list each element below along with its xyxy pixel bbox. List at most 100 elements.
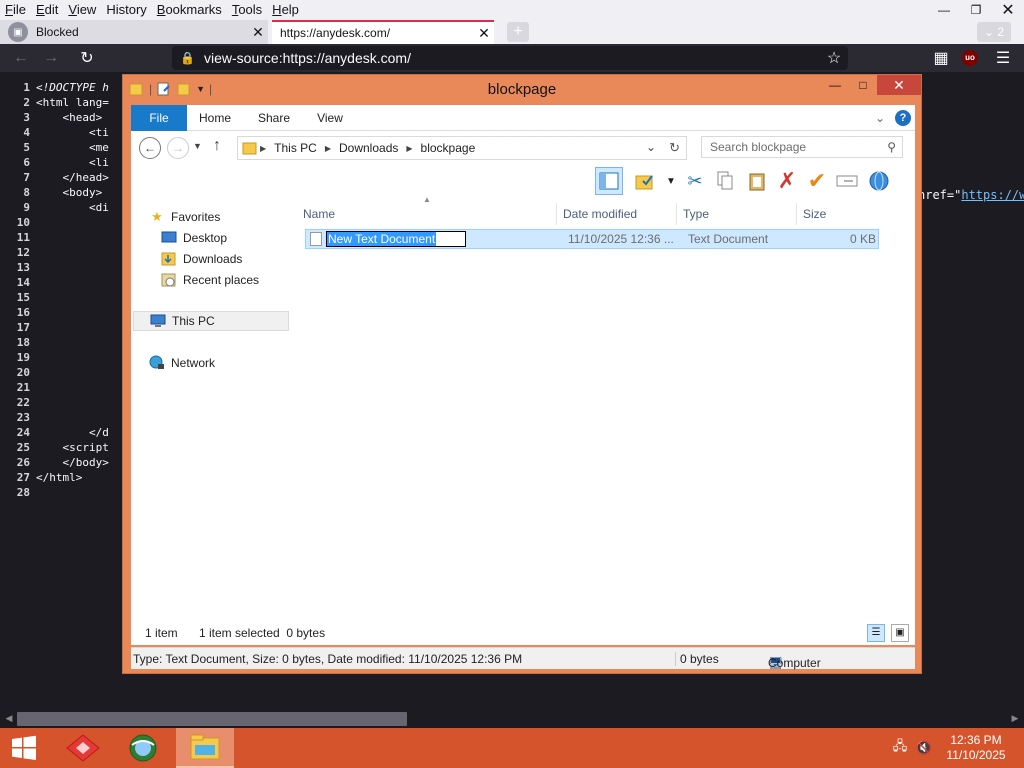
recent-locations-icon[interactable]: ▼ <box>193 141 202 151</box>
volume-muted-icon[interactable]: 🔇 <box>912 740 936 756</box>
breadcrumb-this-pc[interactable]: This PC <box>268 141 323 155</box>
minimize-button[interactable]: — <box>928 0 960 20</box>
rename-input[interactable]: New Text Document <box>326 231 466 247</box>
menu-edit[interactable]: Edit <box>31 0 63 20</box>
tab-share[interactable]: Share <box>247 105 301 131</box>
preview-pane-icon[interactable] <box>595 167 623 195</box>
address-bar[interactable]: ▶ This PC ▶ Downloads ▶ blockpage ⌄ ↻ <box>237 136 687 160</box>
breadcrumb-separator-icon[interactable]: ▶ <box>404 144 414 153</box>
search-icon[interactable]: ⚲ <box>887 137 896 157</box>
file-date: 11/10/2025 12:36 ... <box>568 232 674 246</box>
cut-icon[interactable]: ✂ <box>681 167 709 195</box>
toolbar-right: ▦ uo ☰ <box>928 44 1024 72</box>
search-input[interactable]: Search blockpage ⚲ <box>701 136 903 158</box>
tab-anydesk[interactable]: https://anydesk.com/ ✕ <box>272 20 494 44</box>
select-folder-icon[interactable] <box>631 167 659 195</box>
menu-bookmarks[interactable]: Bookmarks <box>152 0 227 20</box>
close-tab-icon[interactable]: ✕ <box>474 25 494 42</box>
breadcrumb-separator-icon[interactable]: ▶ <box>323 144 333 153</box>
taskbar-app-file-explorer[interactable] <box>176 728 234 768</box>
address-row: ← → ▼ ↑ ▶ This PC ▶ Downloads ▶ blockpag… <box>131 131 915 165</box>
network-tray-icon[interactable]: 🖧 <box>888 737 912 759</box>
menu-tools[interactable]: Tools <box>227 0 267 20</box>
line-code: </head> <box>36 171 109 184</box>
forward-button[interactable]: → <box>167 137 189 159</box>
lock-icon[interactable]: 🔒 <box>180 51 200 65</box>
checkmark-icon[interactable]: ✔ <box>803 167 831 195</box>
close-button[interactable]: ✕ <box>992 0 1024 20</box>
paste-icon[interactable] <box>743 167 771 195</box>
help-icon[interactable]: ? <box>895 110 911 126</box>
explorer-titlebar[interactable]: | ▼ | blockpage — □ ✕ <box>123 75 921 105</box>
tab-file[interactable]: File <box>131 105 187 131</box>
reload-button[interactable]: ↻ <box>74 45 100 71</box>
nav-downloads[interactable]: Downloads <box>161 249 317 269</box>
column-date-modified[interactable]: Date modified <box>557 203 677 225</box>
large-icons-view-icon[interactable]: ▣ <box>891 624 909 642</box>
rename-icon[interactable] <box>833 167 861 195</box>
hamburger-menu-icon[interactable]: ☰ <box>990 45 1016 71</box>
breadcrumb-separator-icon[interactable]: ▶ <box>258 144 268 153</box>
column-size[interactable]: Size <box>797 203 873 225</box>
restore-button[interactable]: ❐ <box>960 0 992 20</box>
nav-desktop[interactable]: Desktop <box>161 228 317 248</box>
nav-recent-places[interactable]: Recent places <box>161 270 317 290</box>
nav-network[interactable]: Network <box>149 353 305 373</box>
back-button[interactable]: ← <box>8 45 34 71</box>
menu-history[interactable]: History <box>101 0 151 20</box>
source-link[interactable]: https://w <box>961 188 1024 202</box>
back-button[interactable]: ← <box>139 137 161 159</box>
nav-favorites[interactable]: ★ Favorites <box>149 207 305 227</box>
globe-icon[interactable] <box>865 167 893 195</box>
line-code: </html> <box>36 471 83 484</box>
url-text[interactable]: view-source:https://anydesk.com/ <box>200 50 820 66</box>
menu-view[interactable]: View <box>63 0 101 20</box>
expand-ribbon-icon[interactable]: ⌄ <box>875 111 885 125</box>
tab-list-button[interactable]: ⌄ 2 <box>977 22 1011 42</box>
column-name[interactable]: Name <box>297 203 557 225</box>
close-tab-icon[interactable]: ✕ <box>248 24 268 41</box>
taskbar-app-anydesk[interactable] <box>54 728 112 768</box>
maximize-button[interactable]: □ <box>849 75 877 95</box>
source-line: 6 <li <box>0 155 108 170</box>
scroll-left-icon[interactable]: ◀ <box>3 713 15 725</box>
file-row-selected[interactable]: New Text Document 11/10/2025 12:36 ... T… <box>305 229 879 249</box>
up-arrow-icon[interactable]: ↑ <box>213 137 221 155</box>
breadcrumb-downloads[interactable]: Downloads <box>333 141 404 155</box>
source-line: 15 <box>0 290 36 305</box>
scroll-right-icon[interactable]: ▶ <box>1009 713 1021 725</box>
nav-this-pc[interactable]: This PC <box>133 311 289 331</box>
horizontal-scrollbar[interactable]: ◀ ▶ <box>0 710 1024 728</box>
ribbon: File Home Share View ⌄ ? <box>131 105 915 131</box>
tab-view[interactable]: View <box>305 105 355 131</box>
minimize-button[interactable]: — <box>821 75 849 95</box>
bookmark-star-icon[interactable]: ☆ <box>820 48 848 68</box>
source-line: 17 <box>0 320 36 335</box>
browser-window-controls: — ❐ ✕ <box>928 0 1024 20</box>
breadcrumb-blockpage[interactable]: blockpage <box>415 141 482 155</box>
copy-icon[interactable] <box>711 167 739 195</box>
column-type[interactable]: Type <box>677 203 797 225</box>
show-desktop-button[interactable] <box>1016 728 1024 768</box>
forward-button[interactable]: → <box>38 45 64 71</box>
new-tab-button[interactable]: + <box>507 22 529 42</box>
delete-icon[interactable]: ✗ <box>773 167 801 195</box>
taskbar-app-browser[interactable] <box>114 728 172 768</box>
details-view-icon[interactable]: ☰ <box>867 624 885 642</box>
menu-file[interactable]: File <box>0 0 31 20</box>
ublock-icon[interactable]: uo <box>962 50 978 66</box>
clock[interactable]: 12:36 PM 11/10/2025 <box>936 733 1016 763</box>
url-bar[interactable]: 🔒 view-source:https://anydesk.com/ ☆ <box>172 46 848 70</box>
scrollbar-thumb[interactable] <box>17 712 407 726</box>
source-line: 10 <box>0 215 36 230</box>
start-button[interactable] <box>0 728 48 768</box>
chevron-down-icon[interactable]: ⌄ <box>646 140 656 154</box>
refresh-icon[interactable]: ↻ <box>669 140 680 156</box>
tab-home[interactable]: Home <box>187 105 243 131</box>
menu-help[interactable]: Help <box>267 0 304 20</box>
line-number: 4 <box>23 126 30 139</box>
extensions-icon[interactable]: ▦ <box>928 45 954 71</box>
tab-blocked[interactable]: ▣ Blocked ✕ <box>0 20 268 44</box>
anydesk-icon <box>66 734 100 762</box>
close-button[interactable]: ✕ <box>877 75 921 95</box>
